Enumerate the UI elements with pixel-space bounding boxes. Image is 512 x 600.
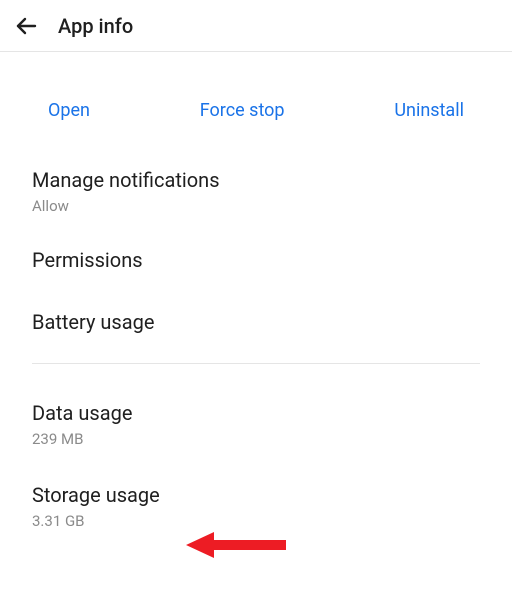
item-title: Permissions [32, 247, 480, 273]
item-subtitle: Allow [32, 197, 480, 215]
open-button[interactable]: Open [40, 96, 98, 125]
item-title: Storage usage [32, 482, 480, 508]
item-storage-usage[interactable]: Storage usage 3.31 GB [32, 462, 480, 544]
settings-list: Manage notifications Allow Permissions B… [0, 153, 512, 544]
item-title: Battery usage [32, 309, 480, 335]
action-row: Open Force stop Uninstall [0, 52, 512, 153]
force-stop-button[interactable]: Force stop [192, 96, 293, 125]
item-subtitle: 3.31 GB [32, 512, 480, 530]
item-title: Manage notifications [32, 167, 480, 193]
item-subtitle: 239 MB [32, 430, 480, 448]
item-permissions[interactable]: Permissions [32, 229, 480, 291]
item-title: Data usage [32, 400, 480, 426]
divider [32, 363, 480, 364]
top-bar: App info [0, 0, 512, 52]
page-title: App info [58, 14, 133, 38]
uninstall-button[interactable]: Uninstall [386, 96, 472, 125]
item-battery-usage[interactable]: Battery usage [32, 291, 480, 353]
item-manage-notifications[interactable]: Manage notifications Allow [32, 153, 480, 229]
back-arrow-icon[interactable] [12, 12, 40, 40]
item-data-usage[interactable]: Data usage 239 MB [32, 386, 480, 462]
